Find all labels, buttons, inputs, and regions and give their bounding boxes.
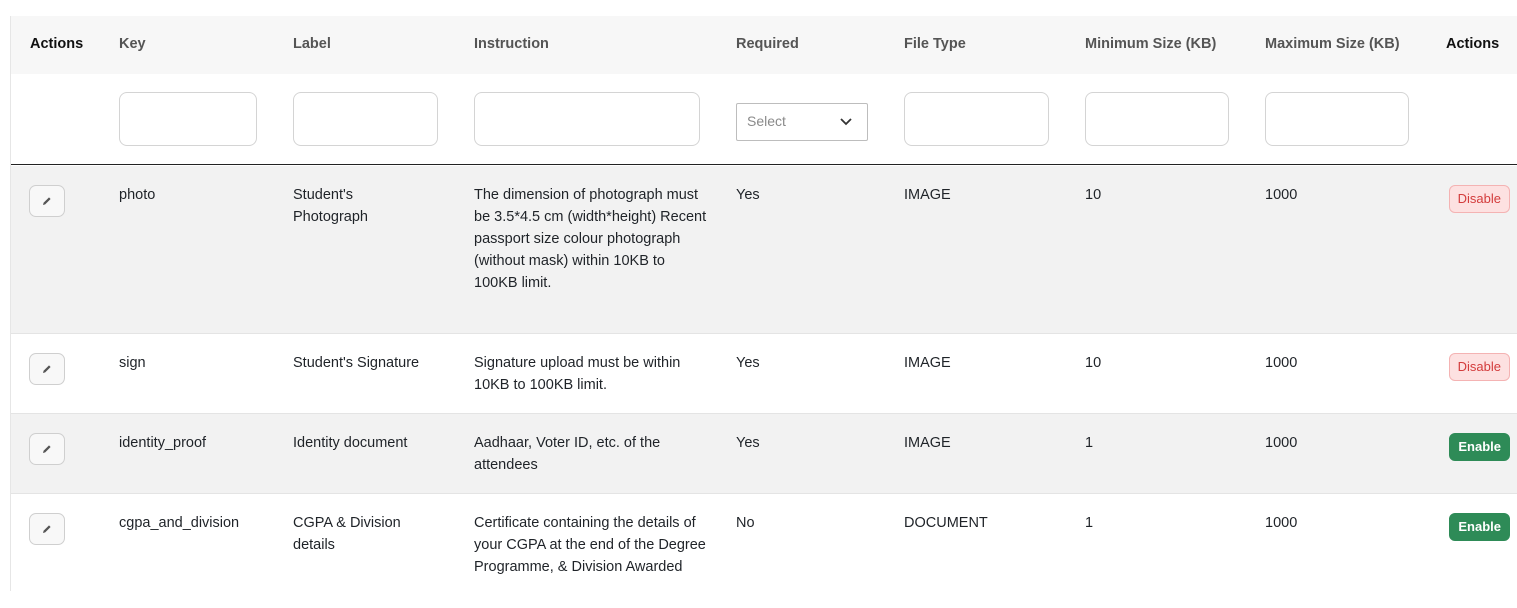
table-row: identity_proof Identity document Aadhaar…	[11, 414, 1517, 494]
row-file-type: DOCUMENT	[904, 515, 988, 531]
min-size-filter-input[interactable]	[1085, 92, 1229, 146]
enable-button[interactable]: Enable	[1449, 433, 1510, 461]
row-max-size: 1000	[1265, 515, 1298, 531]
pencil-icon	[43, 365, 51, 373]
disable-button[interactable]: Disable	[1448, 185, 1510, 213]
row-key: photo	[119, 187, 156, 203]
row-instruction: Certificate containing the details of yo…	[474, 515, 706, 575]
edit-button[interactable]	[29, 185, 65, 217]
file-type-filter-input[interactable]	[904, 92, 1049, 146]
edit-button[interactable]	[29, 433, 65, 465]
table-row: sign Student's Signature Signature uploa…	[11, 334, 1517, 414]
row-min-size: 1	[1085, 435, 1094, 451]
edit-button[interactable]	[29, 353, 65, 385]
disable-button[interactable]: Disable	[1448, 353, 1510, 381]
row-required: No	[736, 515, 755, 531]
column-header-actions-right: Actions	[1446, 36, 1500, 52]
enable-button[interactable]: Enable	[1449, 513, 1510, 541]
row-max-size: 1000	[1265, 435, 1298, 451]
column-header-file-type[interactable]: File Type	[904, 36, 966, 52]
row-label: Student's Photograph	[293, 187, 368, 225]
row-max-size: 1000	[1265, 355, 1298, 371]
row-label: Student's Signature	[293, 355, 420, 371]
row-key: identity_proof	[119, 435, 207, 451]
column-header-key[interactable]: Key	[119, 36, 146, 52]
row-instruction: Aadhaar, Voter ID, etc. of the attendees	[474, 435, 661, 473]
chevron-down-icon	[840, 118, 852, 126]
column-header-label[interactable]: Label	[293, 36, 331, 52]
table-row: cgpa_and_division CGPA & Division detail…	[11, 494, 1517, 591]
key-filter-input[interactable]	[119, 92, 257, 146]
column-header-actions: Actions	[30, 36, 84, 52]
row-label: Identity document	[293, 435, 408, 451]
row-file-type: IMAGE	[904, 355, 951, 371]
instruction-filter-input[interactable]	[474, 92, 700, 146]
row-min-size: 10	[1085, 355, 1102, 371]
row-required: Yes	[736, 187, 760, 203]
row-file-type: IMAGE	[904, 187, 951, 203]
pencil-icon	[43, 445, 51, 453]
filter-row: Select	[11, 74, 1517, 165]
label-filter-input[interactable]	[293, 92, 438, 146]
row-max-size: 1000	[1265, 187, 1298, 203]
required-filter-placeholder: Select	[747, 113, 786, 129]
table-row: photo Student's Photograph The dimension…	[11, 166, 1517, 334]
row-min-size: 10	[1085, 187, 1102, 203]
column-header-required[interactable]: Required	[736, 36, 799, 52]
table-header-row: Actions Key Label Instruction Required F…	[11, 16, 1517, 74]
edit-button[interactable]	[29, 513, 65, 545]
row-required: Yes	[736, 435, 760, 451]
row-min-size: 1	[1085, 515, 1094, 531]
column-header-instruction[interactable]: Instruction	[474, 36, 549, 52]
column-header-max-size[interactable]: Maximum Size (KB)	[1265, 36, 1400, 52]
column-header-min-size[interactable]: Minimum Size (KB)	[1085, 36, 1216, 52]
documents-table: Actions Key Label Instruction Required F…	[10, 16, 1517, 591]
row-key: sign	[119, 355, 146, 371]
row-required: Yes	[736, 355, 760, 371]
row-key: cgpa_and_division	[119, 515, 240, 531]
row-file-type: IMAGE	[904, 435, 951, 451]
required-filter-select[interactable]: Select	[736, 103, 868, 141]
row-instruction: Signature upload must be within 10KB to …	[474, 355, 681, 393]
row-instruction: The dimension of photograph must be 3.5*…	[474, 187, 707, 291]
row-label: CGPA & Division details	[293, 515, 401, 553]
max-size-filter-input[interactable]	[1265, 92, 1409, 146]
pencil-icon	[43, 197, 51, 205]
pencil-icon	[43, 525, 51, 533]
